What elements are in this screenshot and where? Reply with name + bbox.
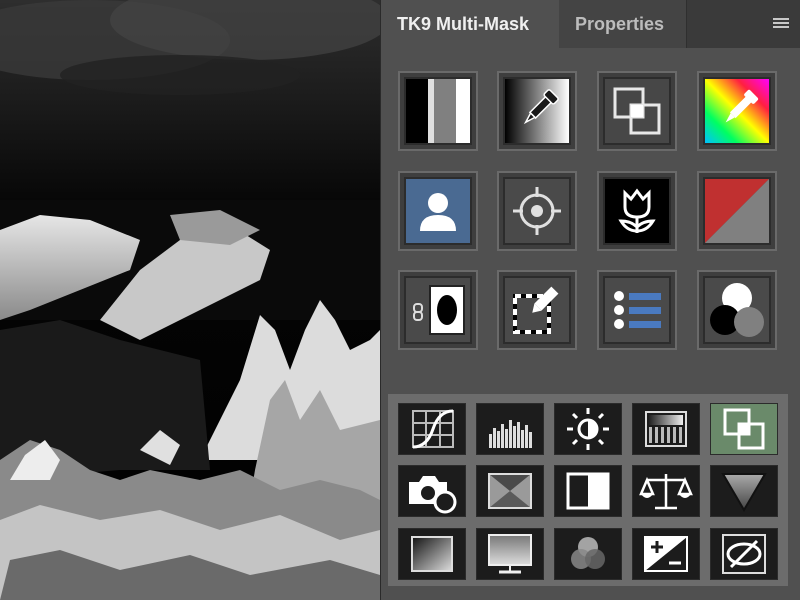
plus-minus-icon xyxy=(644,536,688,572)
grayscale-bars-icon xyxy=(406,79,470,143)
half-square-button[interactable] xyxy=(554,465,622,517)
histogram-levels-icon xyxy=(489,420,532,448)
half-square-icon xyxy=(566,472,610,510)
person-icon xyxy=(420,193,456,231)
tab-tk9-multi-mask[interactable]: TK9 Multi-Mask xyxy=(381,0,559,48)
camera-icon xyxy=(409,476,457,514)
color-spectrum-eyedropper-icon xyxy=(705,79,769,143)
overlapping-squares-button[interactable] xyxy=(597,71,677,151)
eye-crossed-icon xyxy=(722,534,766,574)
tulip-button[interactable] xyxy=(597,171,677,251)
gradient-map-icon xyxy=(645,411,687,447)
list-icon xyxy=(614,291,661,329)
crosshair-target-button[interactable] xyxy=(497,171,577,251)
triangle-gradient-button[interactable] xyxy=(710,465,778,517)
panel-tab-bar: TK9 Multi-Mask Properties xyxy=(381,0,800,48)
overlapping-circles-icon xyxy=(710,283,764,337)
gradient-eyedropper-button[interactable] xyxy=(497,71,577,151)
brightness-button[interactable] xyxy=(554,403,622,455)
tab-properties[interactable]: Properties xyxy=(559,0,687,48)
overlapping-squares-small-button[interactable] xyxy=(710,403,778,455)
gradient-map-button[interactable] xyxy=(632,403,700,455)
selection-pencil-icon xyxy=(513,286,559,334)
list-button[interactable] xyxy=(597,270,677,350)
envelope-button[interactable] xyxy=(476,465,544,517)
envelope-icon xyxy=(488,473,532,509)
linked-mask-button[interactable] xyxy=(398,270,478,350)
tulip-icon xyxy=(618,188,656,233)
landscape-image xyxy=(0,0,380,600)
person-button[interactable] xyxy=(398,171,478,251)
gradient-square-button[interactable] xyxy=(398,528,466,580)
curves-icon xyxy=(412,409,454,449)
red-gray-split-button[interactable] xyxy=(697,171,777,251)
brightness-icon xyxy=(567,408,609,450)
hamburger-menu-icon[interactable] xyxy=(773,18,789,30)
overlapping-circles-button[interactable] xyxy=(697,270,777,350)
plus-minus-button[interactable] xyxy=(632,528,700,580)
balance-scale-icon xyxy=(639,474,693,510)
crosshair-target-icon xyxy=(513,187,561,235)
overlapping-squares-icon xyxy=(613,87,661,135)
monitor-icon xyxy=(488,534,532,574)
triangle-gradient-icon xyxy=(721,473,767,512)
camera-button[interactable] xyxy=(398,465,466,517)
linked-mask-icon xyxy=(413,285,465,335)
rgb-circles-icon xyxy=(571,537,605,569)
eye-crossed-button[interactable] xyxy=(710,528,778,580)
balance-scale-button[interactable] xyxy=(632,465,700,517)
red-gray-split-icon xyxy=(705,179,769,243)
monitor-button[interactable] xyxy=(476,528,544,580)
image-canvas[interactable] xyxy=(0,0,380,600)
grayscale-bars-button[interactable] xyxy=(398,71,478,151)
overlapping-squares-icon xyxy=(723,408,765,450)
histogram-levels-button[interactable] xyxy=(476,403,544,455)
rgb-circles-button[interactable] xyxy=(554,528,622,580)
curves-button[interactable] xyxy=(398,403,466,455)
gradient-square-icon xyxy=(411,536,453,572)
gradient-eyedropper-icon xyxy=(505,79,569,143)
selection-pencil-button[interactable] xyxy=(497,270,577,350)
color-spectrum-eyedropper-button[interactable] xyxy=(697,71,777,151)
